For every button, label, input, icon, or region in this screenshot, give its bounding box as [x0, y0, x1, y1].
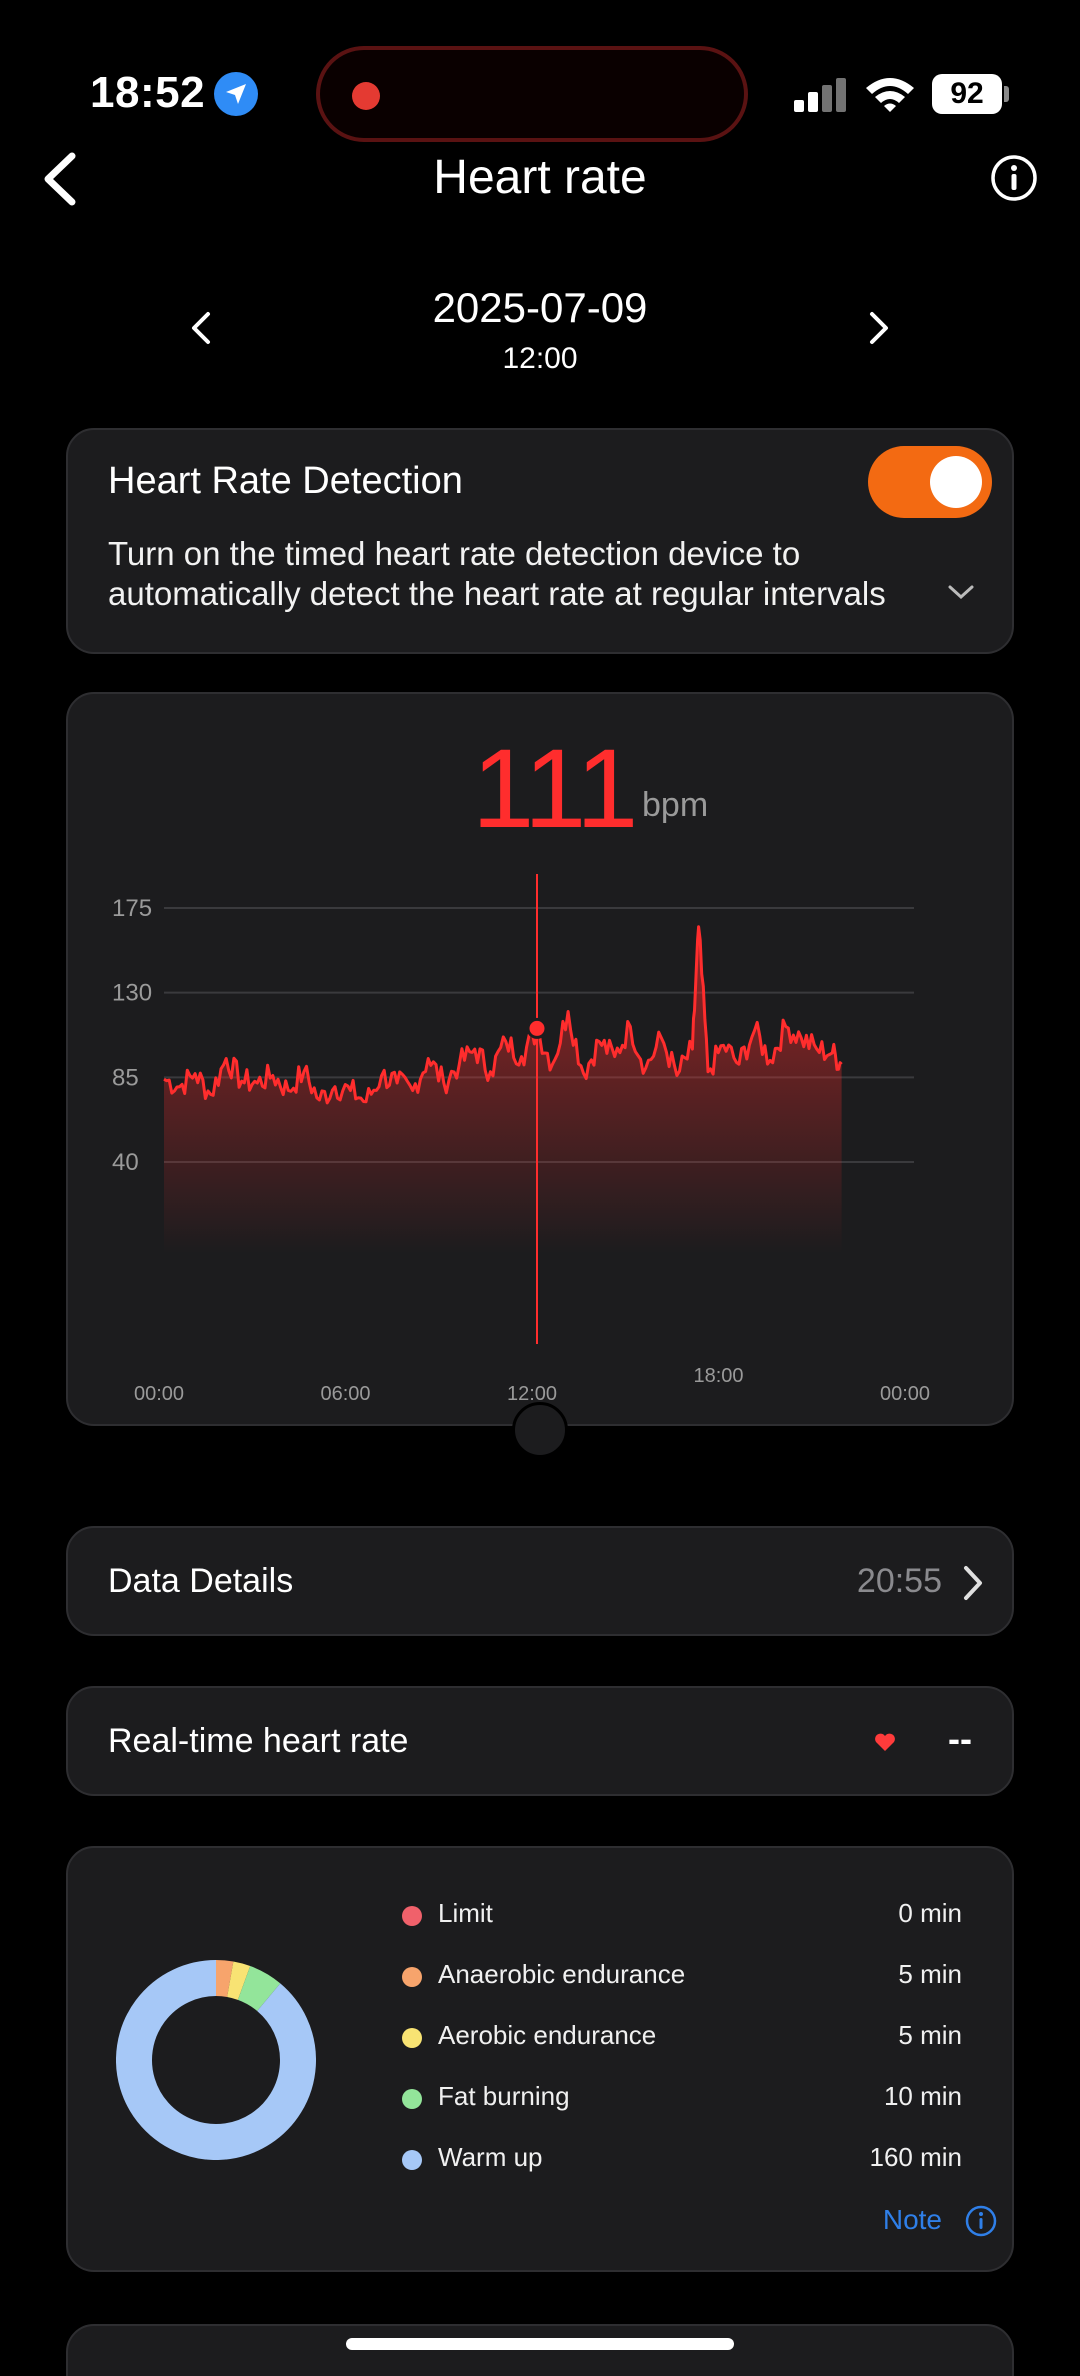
- zone-row: Warm up 160 min: [402, 2142, 962, 2182]
- y-tick-label: 85: [112, 1064, 139, 1091]
- zone-row: Limit 0 min: [402, 1898, 962, 1938]
- realtime-heart-rate-row[interactable]: Real-time heart rate --: [66, 1686, 1014, 1796]
- heart-rate-area: [164, 926, 842, 1254]
- heart-rate-detection-card: Heart Rate Detection Turn on the timed h…: [66, 428, 1014, 654]
- zone-name: Aerobic endurance: [438, 2020, 657, 2050]
- chart-cursor-dot[interactable]: [526, 1017, 548, 1039]
- y-tick-label: 175: [112, 895, 152, 922]
- chevron-right-icon: [964, 1566, 982, 1600]
- chevron-right-icon: [870, 312, 888, 344]
- donut-segment: [215, 1960, 234, 1998]
- location-arrow-icon: [214, 72, 258, 116]
- zone-name: Limit: [438, 1898, 493, 1928]
- heart-rate-zones-card: Limit 0 min Anaerobic endurance 5 min Aerobi…: [66, 1846, 1014, 2272]
- donut-segment: [237, 1966, 281, 2012]
- chart-x-axis: 00:00 06:00 12:00 18:00 00:00: [134, 1365, 930, 1405]
- selected-time: 12:00: [502, 342, 578, 375]
- status-time: 18:52: [90, 68, 206, 117]
- data-details-row[interactable]: Data Details 20:55: [66, 1526, 1014, 1636]
- zone-row: Aerobic endurance 5 min: [402, 2020, 962, 2060]
- detection-description-line2: automatically detect the heart rate at r…: [108, 575, 886, 612]
- zone-name: Fat burning: [438, 2081, 570, 2111]
- info-circle-icon[interactable]: [964, 2204, 998, 2238]
- note-link[interactable]: Note: [883, 2204, 942, 2236]
- chevron-down-icon[interactable]: [946, 582, 976, 602]
- detection-toggle[interactable]: [868, 446, 992, 518]
- toggle-knob: [930, 456, 982, 508]
- detection-title: Heart Rate Detection: [108, 460, 463, 502]
- donut-segment: [116, 1960, 316, 2160]
- zone-value: 10 min: [883, 2081, 962, 2111]
- battery-cap: [1004, 86, 1009, 102]
- zone-name: Warm up: [438, 2142, 543, 2172]
- heart-icon: [875, 1733, 895, 1751]
- x-tick-label: 00:00: [134, 1383, 184, 1405]
- data-details-time: 20:55: [856, 1562, 942, 1600]
- page-title: Heart rate: [433, 151, 647, 204]
- zone-name: Anaerobic endurance: [438, 1959, 686, 1989]
- status-bar: 18:52 92: [0, 0, 1080, 142]
- zone-row: Fat burning 10 min: [402, 2081, 962, 2121]
- zones-donut-chart: [116, 1960, 316, 2160]
- x-tick-label: 06:00: [321, 1383, 371, 1405]
- realtime-value: --: [948, 1718, 972, 1759]
- zone-color-dot: [402, 2028, 422, 2048]
- chart-scrub-handle[interactable]: [512, 1402, 568, 1458]
- x-tick-label: 00:00: [880, 1383, 930, 1405]
- next-date-button[interactable]: [864, 306, 894, 350]
- zone-color-dot: [402, 2089, 422, 2109]
- selected-date: 2025-07-09: [432, 284, 648, 331]
- heart-rate-chart-card: 111 bpm 175 130 85 40 00:00 06:00 12:00 18:00 0…: [66, 692, 1014, 1426]
- zone-value: 160 min: [869, 2142, 963, 2172]
- zone-row: Anaerobic endurance 5 min: [402, 1959, 962, 1999]
- info-circle-icon: [991, 155, 1037, 201]
- info-button[interactable]: [990, 154, 1038, 202]
- recording-dot-icon: [352, 82, 380, 110]
- y-tick-label: 130: [112, 980, 152, 1007]
- detection-description: Turn on the timed heart rate detection d…: [108, 534, 948, 614]
- zone-color-dot: [402, 1967, 422, 1987]
- battery-icon: 92: [932, 74, 1002, 114]
- detection-description-line1: Turn on the timed heart rate detection d…: [108, 535, 801, 572]
- donut-segment: [226, 1961, 251, 2000]
- y-tick-label: 40: [112, 1149, 139, 1176]
- dynamic-island: [316, 46, 748, 142]
- realtime-label: Real-time heart rate: [108, 1722, 409, 1760]
- home-indicator[interactable]: [346, 2338, 734, 2350]
- heart-rate-chart[interactable]: 175 130 85 40 00:00 06:00 12:00 18:00 00:00: [68, 694, 1016, 1428]
- wifi-icon: [866, 78, 914, 112]
- zone-color-dot: [402, 1906, 422, 1926]
- data-details-label: Data Details: [108, 1562, 294, 1600]
- zone-value: 5 min: [898, 2020, 962, 2050]
- zone-value: 0 min: [898, 1898, 962, 1928]
- zone-color-dot: [402, 2150, 422, 2170]
- x-tick-label: 12:00: [507, 1383, 557, 1405]
- chart-y-axis: 175 130 85 40: [112, 895, 152, 1176]
- x-tick-label: 18:00: [694, 1365, 744, 1387]
- zone-value: 5 min: [898, 1959, 962, 1989]
- next-section-card: [66, 2324, 1014, 2376]
- cellular-signal-icon: [794, 78, 846, 112]
